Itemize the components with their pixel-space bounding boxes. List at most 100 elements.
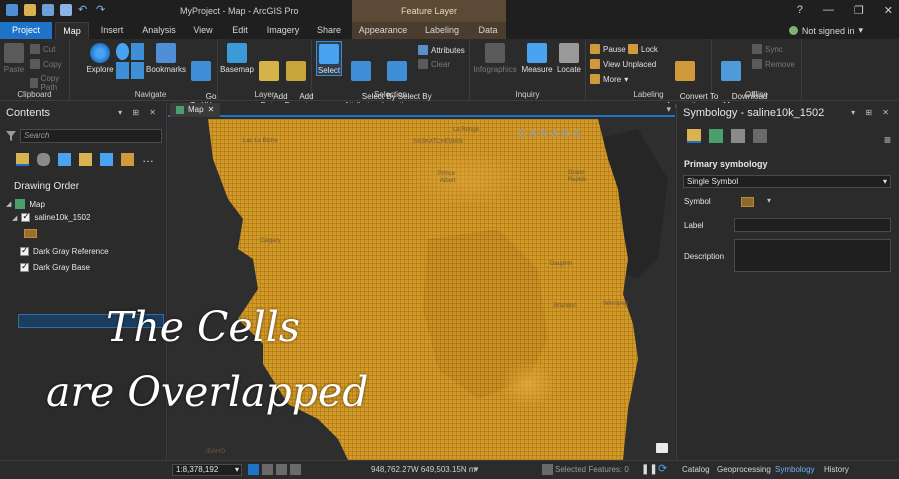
layer-saline10k[interactable]: ◢ saline10k_1502 (12, 211, 90, 222)
tab-project[interactable]: Project (0, 22, 52, 39)
layer-symbol-swatch[interactable] (24, 229, 37, 238)
symbol-layers-icon[interactable] (731, 129, 745, 143)
navigation-icon[interactable] (248, 464, 259, 475)
tab-imagery[interactable]: Imagery (262, 22, 304, 39)
map-tree-item[interactable]: ◢ Map (6, 199, 45, 209)
clear-selection-button[interactable]: Clear (418, 59, 450, 69)
tab-geoprocessing[interactable]: Geoprocessing (717, 465, 771, 474)
locate-button[interactable]: Locate (554, 43, 584, 74)
restore-button[interactable]: ❐ (854, 4, 864, 17)
vary-symbology-icon[interactable] (709, 129, 723, 143)
recent-icon[interactable] (60, 4, 72, 16)
list-by-editing-icon[interactable] (79, 153, 92, 166)
pane-controls[interactable]: ▾ ⊞ ✕ (851, 108, 893, 117)
snapping-icon[interactable] (290, 464, 301, 475)
more-labeling-button[interactable]: More ▾ (590, 74, 628, 84)
primary-symbology-icon[interactable] (687, 129, 701, 143)
label-input[interactable] (734, 218, 891, 232)
tab-appearance[interactable]: Appearance (352, 22, 414, 39)
minimize-button[interactable]: — (823, 4, 834, 17)
select-button[interactable]: Select (316, 41, 342, 76)
close-button[interactable]: ✕ (884, 4, 893, 17)
chevron-down-icon[interactable]: ▾ (474, 464, 479, 475)
scale-selector[interactable]: 1:8,378,192 ▾ (172, 464, 242, 476)
view-unplaced-button[interactable]: View Unplaced (590, 59, 656, 69)
symbol-properties-icon[interactable] (753, 129, 767, 143)
copy-button[interactable]: Copy (30, 59, 62, 69)
contents-search-input[interactable]: Search (20, 129, 162, 143)
add-preset-icon (286, 61, 306, 81)
refresh-icon[interactable]: ⟳ (658, 464, 669, 475)
chevron-down-icon[interactable]: ▾ (666, 104, 671, 115)
sync-button[interactable]: Sync (752, 44, 783, 54)
cut-button[interactable]: Cut (30, 44, 55, 54)
filter-icon[interactable] (6, 131, 16, 141)
overview-toggle-icon[interactable] (656, 443, 668, 453)
explore-button[interactable]: Explore (86, 43, 114, 74)
table-icon[interactable] (276, 464, 287, 475)
measure-button[interactable]: Measure (520, 43, 554, 74)
clipboard-group: Paste Cut Copy Copy Path Clipboard (0, 39, 70, 101)
pause-labeling-button[interactable]: Pause (590, 44, 626, 54)
layer-dark-gray-reference[interactable]: Dark Gray Reference (20, 245, 109, 256)
close-icon[interactable]: ✕ (208, 103, 215, 117)
grid-icon[interactable] (262, 464, 273, 475)
tab-insert[interactable]: Insert (94, 22, 130, 39)
list-by-drawing-order-icon[interactable] (16, 153, 29, 166)
chevron-down-icon[interactable]: ▾ (767, 196, 771, 205)
expand-arrow-icon[interactable]: ◢ (12, 214, 17, 222)
expand-arrow-icon[interactable]: ◢ (6, 200, 11, 208)
primary-symbology-select[interactable]: Single Symbol ▾ (683, 175, 891, 188)
pane-controls[interactable]: ▾ ⊞ ✕ (118, 108, 160, 117)
map-view-tab[interactable]: Map ✕ (170, 103, 221, 117)
tab-map[interactable]: Map (55, 22, 89, 39)
fixed-zoom-icon[interactable] (131, 43, 144, 60)
paste-button[interactable]: Paste (2, 43, 26, 74)
bookmarks-button[interactable]: Bookmarks (146, 43, 186, 74)
list-by-selection-icon[interactable] (58, 153, 71, 166)
clear-selection-label: Clear (431, 59, 451, 69)
tab-view[interactable]: View (188, 22, 218, 39)
basemap-button[interactable]: Basemap (220, 43, 254, 74)
infographics-button[interactable]: Infographics (472, 43, 518, 74)
labeling-group-label: Labeling (633, 90, 664, 99)
pause-drawing-icon[interactable]: ❚❚ (641, 464, 658, 475)
remove-offline-button[interactable]: Remove (752, 59, 795, 69)
lock-labels-button[interactable]: Lock (628, 44, 658, 54)
open-folder-icon[interactable] (24, 4, 36, 16)
layer-dark-gray-base[interactable]: Dark Gray Base (20, 261, 90, 272)
tab-share[interactable]: Share (311, 22, 347, 39)
symbol-swatch-button[interactable] (741, 197, 754, 207)
list-by-labeling-icon[interactable] (121, 153, 134, 166)
hamburger-menu-icon[interactable]: ≡ (884, 133, 891, 147)
description-input[interactable] (734, 239, 891, 272)
raster-hotspot (408, 149, 528, 209)
layer-visibility-checkbox[interactable] (20, 245, 29, 256)
redo-icon[interactable]: ↷ (96, 4, 108, 16)
list-by-source-icon[interactable] (37, 153, 50, 166)
layer-visibility-checkbox[interactable] (21, 211, 31, 222)
tab-labeling[interactable]: Labeling (414, 22, 470, 39)
layer-visibility-checkbox[interactable] (20, 261, 29, 272)
tab-edit[interactable]: Edit (225, 22, 255, 39)
tab-analysis[interactable]: Analysis (137, 22, 181, 39)
save-icon[interactable] (42, 4, 54, 16)
attributes-button[interactable]: Attributes (418, 45, 465, 55)
list-by-snapping-icon[interactable] (100, 153, 113, 166)
contents-toolbar: … (16, 152, 155, 166)
previous-extent-icon[interactable] (116, 62, 129, 79)
account-status[interactable]: Not signed in ▾ (788, 25, 863, 36)
new-project-icon[interactable] (6, 4, 18, 16)
tab-history[interactable]: History (824, 465, 849, 474)
raster-hotspot (500, 360, 556, 408)
full-extent-icon[interactable] (116, 43, 129, 60)
tab-symbology[interactable]: Symbology (775, 465, 815, 474)
tab-catalog[interactable]: Catalog (682, 465, 710, 474)
undo-icon[interactable]: ↶ (78, 4, 90, 16)
more-options-icon[interactable]: … (142, 152, 155, 166)
offline-group: Download Map Sync Remove Offline (712, 39, 802, 110)
help-button[interactable]: ? (797, 4, 803, 17)
window-controls: ? — ❐ ✕ (797, 4, 893, 17)
tab-data[interactable]: Data (470, 22, 506, 39)
next-extent-icon[interactable] (131, 62, 144, 79)
